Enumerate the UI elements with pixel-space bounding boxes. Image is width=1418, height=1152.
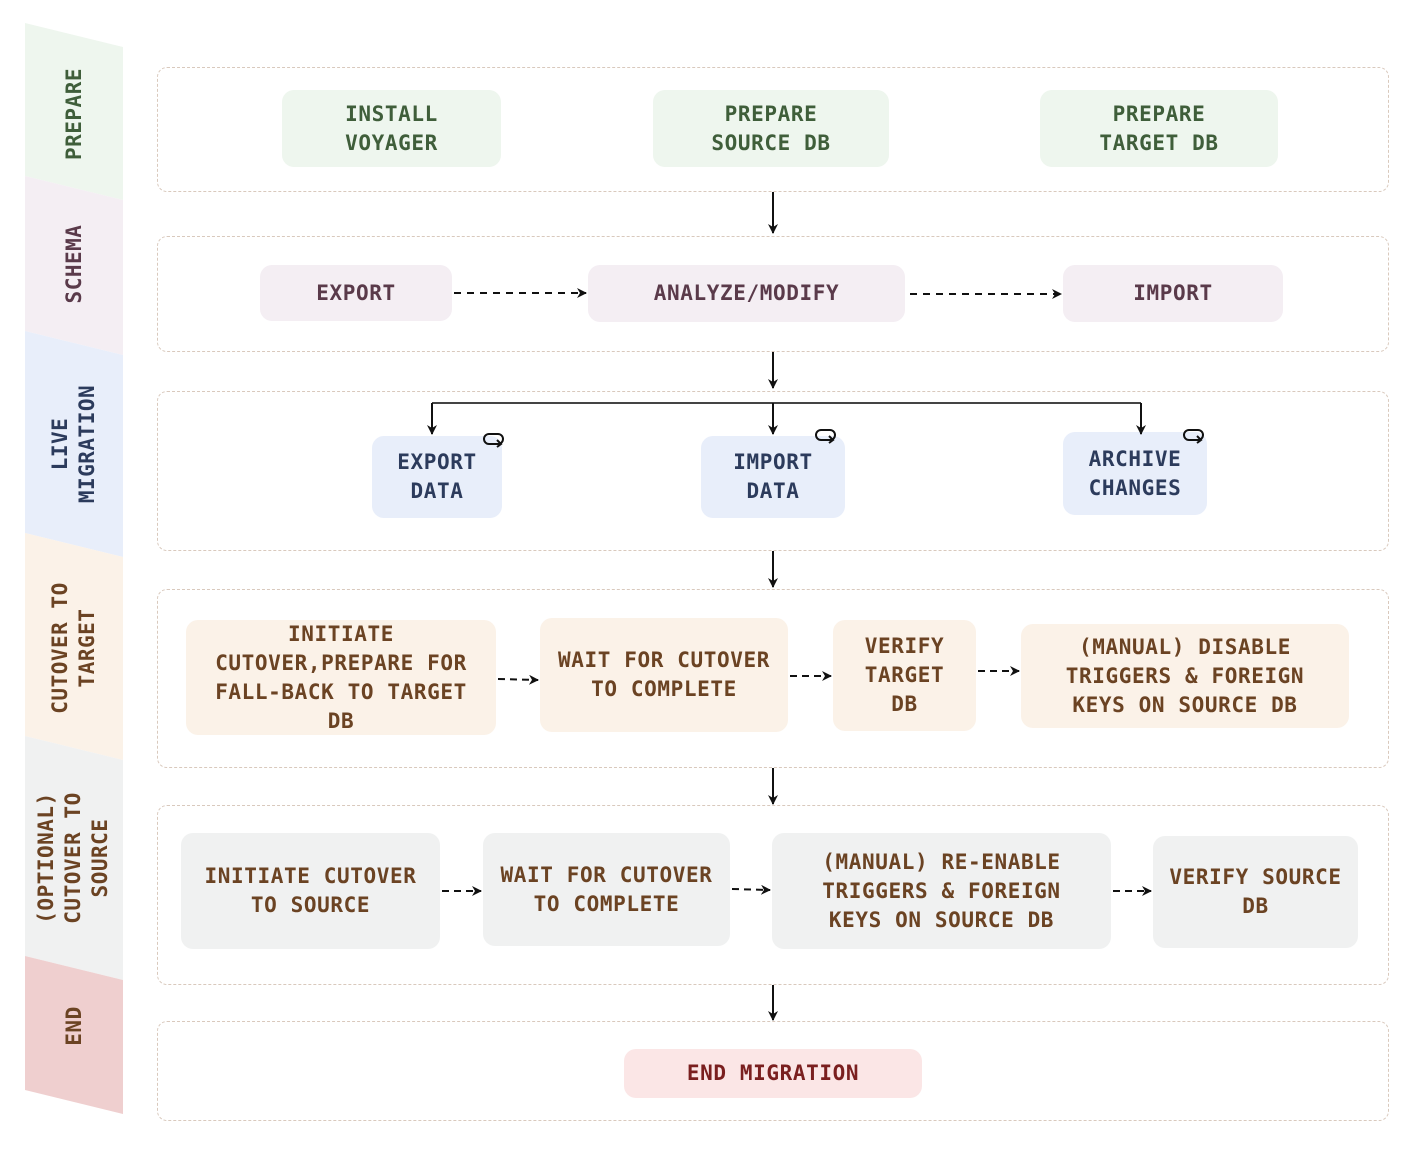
- node-initiate-cutover-source[interactable]: INITIATE CUTOVER TO SOURCE: [181, 833, 440, 949]
- phase-label-schema: SCHEMA: [61, 224, 86, 304]
- node-schema-import[interactable]: IMPORT: [1063, 265, 1283, 322]
- phase-label-optional: (OPTIONAL) CUTOVER TO SOURCE: [33, 792, 112, 924]
- node-prepare-source-db[interactable]: PREPARE SOURCE DB: [653, 90, 889, 167]
- node-initiate-cutover-target[interactable]: INITIATE CUTOVER,PREPARE FOR FALL-BACK T…: [186, 620, 496, 735]
- node-import-data[interactable]: IMPORT DATA: [701, 436, 845, 518]
- phase-label-live: LIVE MIGRATION: [48, 384, 99, 504]
- node-schema-export[interactable]: EXPORT: [260, 265, 452, 321]
- phase-label-prepare: PREPARE: [61, 68, 86, 161]
- node-wait-cutover-target[interactable]: WAIT FOR CUTOVER TO COMPLETE: [540, 618, 788, 732]
- node-install-voyager[interactable]: INSTALL VOYAGER: [282, 90, 501, 167]
- node-verify-target-db[interactable]: VERIFY TARGET DB: [833, 620, 976, 731]
- node-schema-analyze-modify[interactable]: ANALYZE/MODIFY: [588, 265, 905, 322]
- node-verify-source-db[interactable]: VERIFY SOURCE DB: [1153, 836, 1358, 948]
- loop-arrow-icon: [483, 433, 504, 448]
- node-disable-triggers[interactable]: (MANUAL) DISABLE TRIGGERS & FOREIGN KEYS…: [1021, 624, 1349, 728]
- phase-label-cutover: CUTOVER TO TARGET: [48, 582, 99, 714]
- node-reenable-triggers[interactable]: (MANUAL) RE-ENABLE TRIGGERS & FOREIGN KE…: [772, 833, 1111, 949]
- phase-label-end: END: [61, 1006, 86, 1046]
- node-wait-cutover-source[interactable]: WAIT FOR CUTOVER TO COMPLETE: [483, 833, 730, 946]
- loop-arrow-icon: [815, 429, 836, 444]
- loop-arrow-icon: [1183, 429, 1204, 444]
- node-prepare-target-db[interactable]: PREPARE TARGET DB: [1040, 90, 1278, 167]
- node-end-migration[interactable]: END MIGRATION: [624, 1049, 922, 1098]
